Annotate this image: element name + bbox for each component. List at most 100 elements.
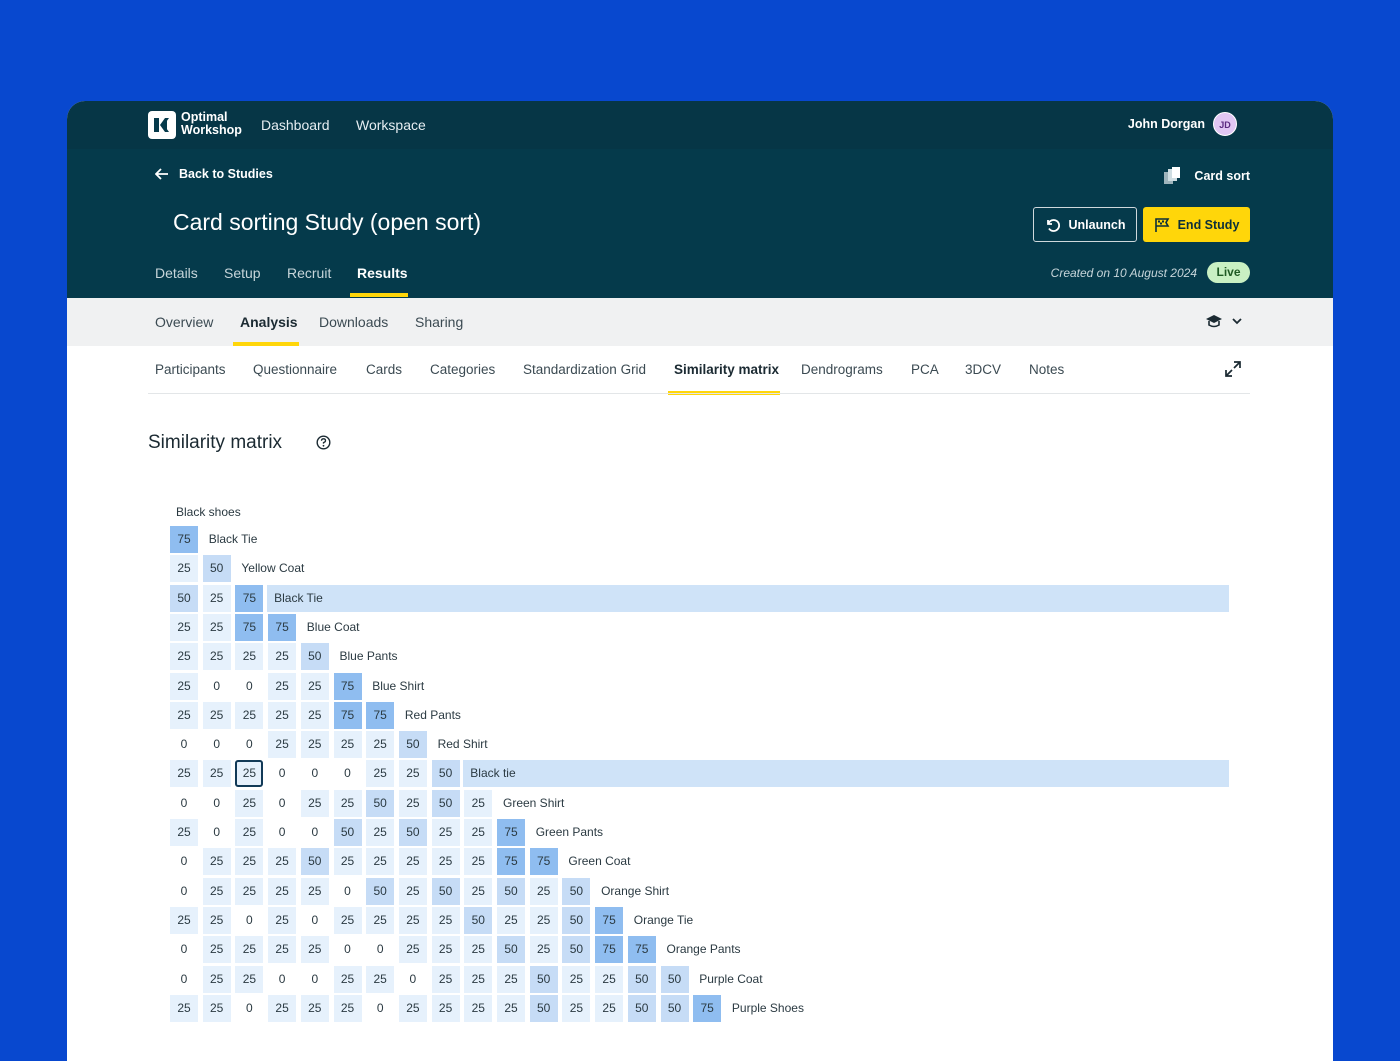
- matrix-cell[interactable]: 25: [398, 760, 427, 788]
- matrix-cell[interactable]: 25: [235, 965, 264, 993]
- tab-dendrograms[interactable]: Dendrograms: [801, 362, 883, 377]
- matrix-cell[interactable]: 25: [202, 848, 231, 876]
- matrix-cell[interactable]: 0: [170, 790, 198, 817]
- matrix-cell[interactable]: 50: [398, 731, 427, 759]
- matrix-cell[interactable]: 25: [529, 877, 558, 905]
- matrix-cell[interactable]: 0: [203, 790, 231, 817]
- matrix-cell[interactable]: 50: [562, 936, 591, 964]
- tab-standardization-grid[interactable]: Standardization Grid: [523, 362, 646, 377]
- matrix-cell[interactable]: 25: [529, 906, 558, 934]
- tab-categories[interactable]: Categories: [430, 362, 495, 377]
- matrix-cell[interactable]: 25: [235, 848, 264, 876]
- matrix-cell[interactable]: 25: [398, 936, 427, 964]
- matrix-cell[interactable]: 25: [431, 965, 460, 993]
- matrix-cell[interactable]: 0: [366, 936, 394, 963]
- matrix-cell[interactable]: 0: [334, 760, 362, 787]
- matrix-cell[interactable]: 25: [170, 701, 198, 729]
- matrix-cell[interactable]: 25: [333, 731, 362, 759]
- tab-3dcv[interactable]: 3DCV: [965, 362, 1001, 377]
- matrix-cell[interactable]: 25: [268, 731, 297, 759]
- matrix-cell[interactable]: 25: [366, 731, 395, 759]
- matrix-cell[interactable]: 25: [202, 906, 231, 934]
- matrix-cell[interactable]: 25: [170, 819, 198, 846]
- matrix-cell[interactable]: 25: [202, 701, 231, 729]
- matrix-cell[interactable]: 25: [595, 965, 624, 993]
- matrix-cell[interactable]: 25: [268, 994, 297, 1022]
- optimal-workshop-logo-icon[interactable]: [148, 111, 176, 139]
- avatar[interactable]: JD: [1213, 112, 1237, 136]
- matrix-cell[interactable]: 25: [398, 994, 427, 1022]
- matrix-cell[interactable]: 25: [300, 877, 329, 905]
- matrix-cell[interactable]: 25: [333, 906, 362, 934]
- matrix-cell[interactable]: 25: [464, 877, 493, 905]
- matrix-cell[interactable]: 25: [398, 906, 427, 934]
- matrix-cell[interactable]: 25: [202, 877, 231, 905]
- matrix-cell[interactable]: 25: [366, 848, 395, 876]
- matrix-cell[interactable]: 25: [170, 613, 198, 641]
- matrix-cell[interactable]: 25: [497, 906, 525, 934]
- tab-overview[interactable]: Overview: [155, 314, 213, 330]
- matrix-cell[interactable]: 50: [333, 819, 362, 846]
- matrix-cell[interactable]: 0: [366, 995, 394, 1022]
- matrix-cell[interactable]: 25: [366, 760, 395, 788]
- matrix-cell[interactable]: 0: [170, 966, 198, 993]
- matrix-cell[interactable]: 25: [202, 643, 231, 671]
- matrix-cell[interactable]: 25: [464, 965, 493, 993]
- matrix-cell[interactable]: 25: [300, 731, 329, 759]
- matrix-cell[interactable]: 25: [464, 819, 493, 846]
- matrix-cell[interactable]: 25: [300, 936, 329, 964]
- matrix-cell[interactable]: 25: [398, 789, 427, 817]
- matrix-cell[interactable]: 25: [235, 877, 264, 905]
- matrix-cell[interactable]: 25: [202, 994, 231, 1022]
- matrix-cell[interactable]: 50: [366, 877, 395, 905]
- matrix-cell[interactable]: 0: [235, 907, 263, 934]
- matrix-cell[interactable]: 25: [170, 906, 198, 934]
- matrix-cell[interactable]: 0: [170, 731, 198, 758]
- nav-dashboard[interactable]: Dashboard: [261, 117, 330, 133]
- matrix-cell[interactable]: 75: [333, 701, 362, 729]
- tab-analysis[interactable]: Analysis: [240, 314, 298, 330]
- matrix-cell[interactable]: 0: [334, 878, 362, 905]
- matrix-cell[interactable]: 0: [203, 673, 231, 700]
- matrix-cell[interactable]: 75: [497, 819, 525, 846]
- matrix-cell[interactable]: 25: [333, 965, 362, 993]
- matrix-cell[interactable]: 50: [300, 643, 329, 671]
- chevron-down-icon[interactable]: [1231, 313, 1243, 329]
- matrix-cell[interactable]: 50: [497, 877, 525, 905]
- matrix-cell[interactable]: 50: [431, 789, 460, 817]
- matrix-cell[interactable]: 0: [235, 995, 263, 1022]
- matrix-cell[interactable]: 25: [235, 936, 264, 964]
- matrix-cell[interactable]: 0: [268, 790, 296, 817]
- matrix-cell[interactable]: 25: [497, 994, 525, 1022]
- tab-notes[interactable]: Notes: [1029, 362, 1064, 377]
- matrix-cell[interactable]: 25: [431, 848, 460, 876]
- matrix-cell[interactable]: 25: [595, 994, 624, 1022]
- matrix-cell[interactable]: 50: [497, 936, 525, 964]
- matrix-cell[interactable]: 50: [529, 994, 558, 1022]
- tab-cards[interactable]: Cards: [366, 362, 402, 377]
- matrix-cell[interactable]: 25: [398, 877, 427, 905]
- tab-recruit[interactable]: Recruit: [287, 265, 331, 281]
- matrix-cell[interactable]: 0: [301, 907, 329, 934]
- end-study-button[interactable]: End Study: [1143, 207, 1250, 242]
- matrix-cell[interactable]: 50: [660, 965, 689, 993]
- matrix-cell[interactable]: 75: [170, 526, 198, 553]
- matrix-cell[interactable]: 50: [529, 965, 558, 993]
- matrix-cell[interactable]: 25: [431, 819, 460, 846]
- matrix-cell[interactable]: 25: [268, 701, 297, 729]
- matrix-cell[interactable]: 0: [268, 819, 296, 846]
- matrix-cell[interactable]: 25: [300, 672, 329, 700]
- matrix-cell[interactable]: 25: [268, 936, 297, 964]
- tab-sharing[interactable]: Sharing: [415, 314, 463, 330]
- expand-icon[interactable]: [1224, 360, 1242, 378]
- matrix-cell[interactable]: 75: [366, 701, 395, 729]
- matrix-cell[interactable]: 25: [268, 906, 297, 934]
- matrix-cell[interactable]: 0: [399, 966, 427, 993]
- matrix-cell[interactable]: 50: [170, 584, 198, 612]
- matrix-cell[interactable]: 0: [268, 760, 296, 787]
- matrix-cell[interactable]: 0: [301, 760, 329, 787]
- matrix-cell[interactable]: 25: [170, 672, 198, 700]
- graduation-cap-icon[interactable]: [1205, 313, 1223, 329]
- matrix-cell[interactable]: 75: [529, 848, 558, 876]
- matrix-cell[interactable]: 25: [268, 848, 297, 876]
